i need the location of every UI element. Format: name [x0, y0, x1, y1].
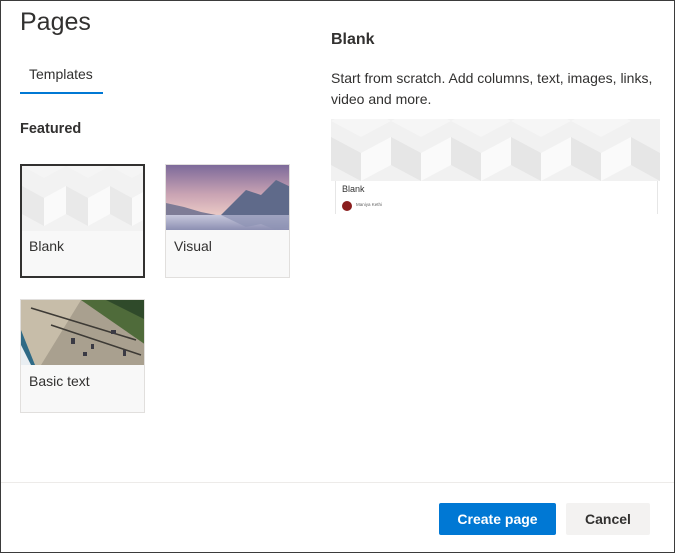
cancel-button[interactable]: Cancel — [566, 503, 650, 535]
footer-divider — [1, 482, 674, 483]
blank-thumbnail — [22, 166, 143, 231]
preview-page-header: Blank Maniya Kethi — [335, 181, 658, 214]
template-label-visual: Visual — [166, 230, 289, 277]
preview-author-name: Maniya Kethi — [356, 202, 383, 207]
featured-section-label: Featured — [20, 121, 82, 137]
preview-description: Start from scratch. Add columns, text, i… — [331, 70, 653, 107]
tab-selected-indicator — [20, 92, 103, 94]
template-card-blank[interactable]: Blank — [20, 164, 145, 278]
pages-dialog: Pages Templates Featured Blank Visual Ba… — [0, 0, 675, 553]
template-label-blank: Blank — [22, 231, 143, 276]
author-avatar — [342, 201, 352, 211]
tab-templates-label: Templates — [29, 66, 93, 82]
template-label-basic-text: Basic text — [21, 365, 144, 412]
basic-text-thumbnail — [21, 300, 144, 365]
tab-templates[interactable]: Templates — [20, 63, 103, 94]
dialog-title: Pages — [20, 8, 91, 36]
preview-thumbnail: Blank Maniya Kethi — [331, 119, 660, 214]
preview-hero-image — [331, 119, 660, 181]
preview-page-title: Blank — [342, 184, 365, 194]
template-card-basic-text[interactable]: Basic text — [20, 299, 145, 413]
create-page-button[interactable]: Create page — [439, 503, 556, 535]
template-card-visual[interactable]: Visual — [165, 164, 290, 278]
visual-thumbnail — [166, 165, 289, 230]
preview-title: Blank — [331, 31, 375, 48]
